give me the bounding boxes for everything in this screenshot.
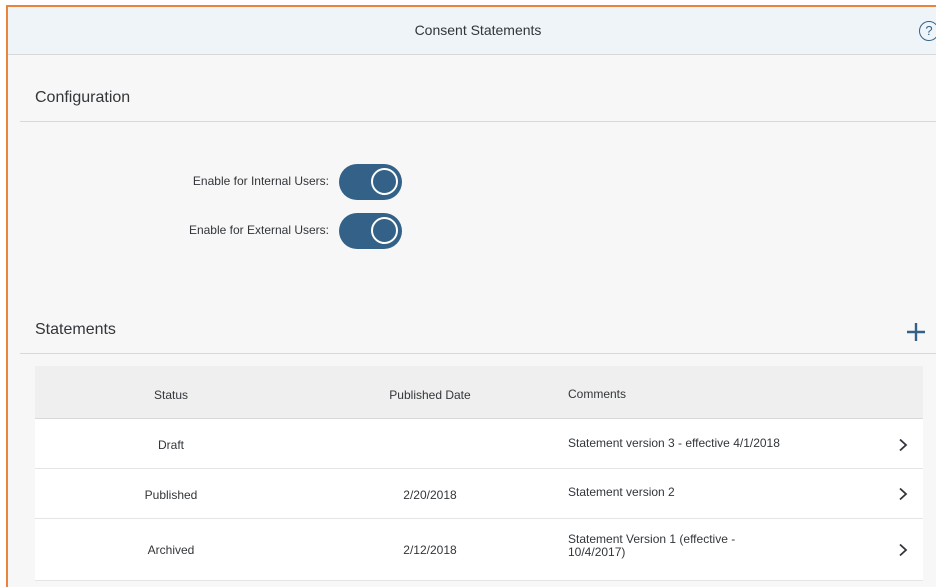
chevron-right-icon[interactable] bbox=[896, 487, 910, 501]
row-published-date: 2/12/2018 bbox=[403, 543, 457, 557]
table-row[interactable]: Archived 2/12/2018 Statement Version 1 (… bbox=[35, 519, 923, 581]
column-header-comments[interactable]: Comments bbox=[568, 388, 828, 401]
toggle-knob bbox=[371, 168, 398, 195]
statements-divider bbox=[20, 353, 936, 354]
table-header: Status Published Date Comments bbox=[35, 366, 923, 419]
row-status: Published bbox=[144, 488, 198, 502]
plus-icon[interactable] bbox=[904, 320, 928, 344]
column-header-published-date[interactable]: Published Date bbox=[335, 388, 525, 402]
external-users-toggle[interactable] bbox=[339, 213, 402, 249]
statements-table: Status Published Date Comments Draft Sta… bbox=[35, 366, 923, 581]
page-title: Consent Statements bbox=[414, 22, 542, 38]
internal-users-label: Enable for Internal Users: bbox=[192, 174, 329, 188]
table-row[interactable]: Draft Statement version 3 - effective 4/… bbox=[35, 419, 923, 469]
row-comments: Statement version 2 bbox=[568, 485, 675, 499]
row-status: Draft bbox=[157, 438, 184, 452]
internal-users-toggle[interactable] bbox=[339, 164, 402, 200]
column-header-status[interactable]: Status bbox=[35, 388, 307, 402]
toggle-knob bbox=[371, 217, 398, 244]
row-published-date: 2/20/2018 bbox=[403, 488, 457, 502]
configuration-divider bbox=[20, 121, 936, 122]
help-icon[interactable]: ? bbox=[919, 21, 936, 41]
configuration-title: Configuration bbox=[35, 89, 131, 106]
statements-title: Statements bbox=[35, 321, 116, 338]
external-users-toggle-row: Enable for External Users: bbox=[8, 213, 936, 249]
title-bar: Consent Statements ? bbox=[8, 7, 936, 55]
row-status: Archived bbox=[147, 543, 195, 557]
external-users-label: Enable for External Users: bbox=[188, 223, 329, 237]
row-comments: Statement version 3 - effective 4/1/2018 bbox=[568, 436, 780, 450]
app-frame: Consent Statements ? Configuration Enabl… bbox=[6, 5, 936, 587]
table-row[interactable]: Published 2/20/2018 Statement version 2 bbox=[35, 469, 923, 519]
row-comments: Statement Version 1 (effective - 10/4/20… bbox=[568, 532, 736, 559]
internal-users-toggle-row: Enable for Internal Users: bbox=[8, 164, 936, 200]
chevron-right-icon[interactable] bbox=[896, 438, 910, 452]
chevron-right-icon[interactable] bbox=[896, 543, 910, 557]
